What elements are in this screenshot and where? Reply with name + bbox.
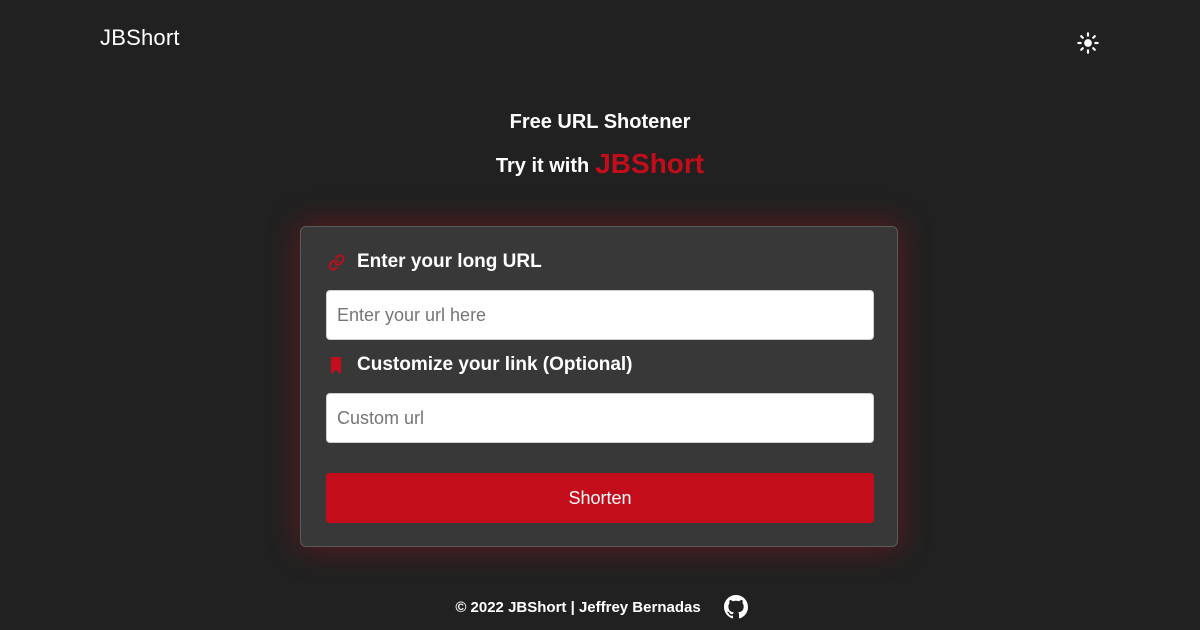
hero-title: Free URL Shotener (509, 111, 691, 133)
theme-toggle-button[interactable] (1076, 31, 1100, 55)
sun-icon (1077, 32, 1099, 54)
shorten-button[interactable]: Shorten (326, 473, 874, 523)
footer: © 2022 JBShort | Jeffrey Bernadas (0, 594, 1200, 620)
link-icon (327, 253, 345, 271)
bookmark-icon (327, 356, 345, 374)
long-url-label: Enter your long URL (327, 251, 542, 273)
long-url-label-text: Enter your long URL (357, 251, 542, 272)
github-icon (723, 595, 748, 619)
custom-url-label: Customize your link (Optional) (327, 354, 633, 376)
github-link[interactable] (723, 594, 749, 620)
hero-subtitle: Try it with JBShort (0, 148, 1200, 182)
hero-brand-name: JBShort (595, 148, 705, 179)
hero-section: Free URL Shotener Try it with JBShort (0, 108, 1200, 182)
hero-subtitle-prefix: Try it with (495, 155, 590, 177)
shorten-form-card: Enter your long URL Customize your link … (300, 226, 898, 547)
custom-url-input[interactable] (326, 393, 874, 443)
custom-url-label-text: Customize your link (Optional) (357, 354, 633, 375)
brand-logo[interactable]: JBShort (100, 25, 180, 51)
footer-copyright: © 2022 JBShort | Jeffrey Bernadas (455, 598, 701, 616)
long-url-input[interactable] (326, 290, 874, 340)
